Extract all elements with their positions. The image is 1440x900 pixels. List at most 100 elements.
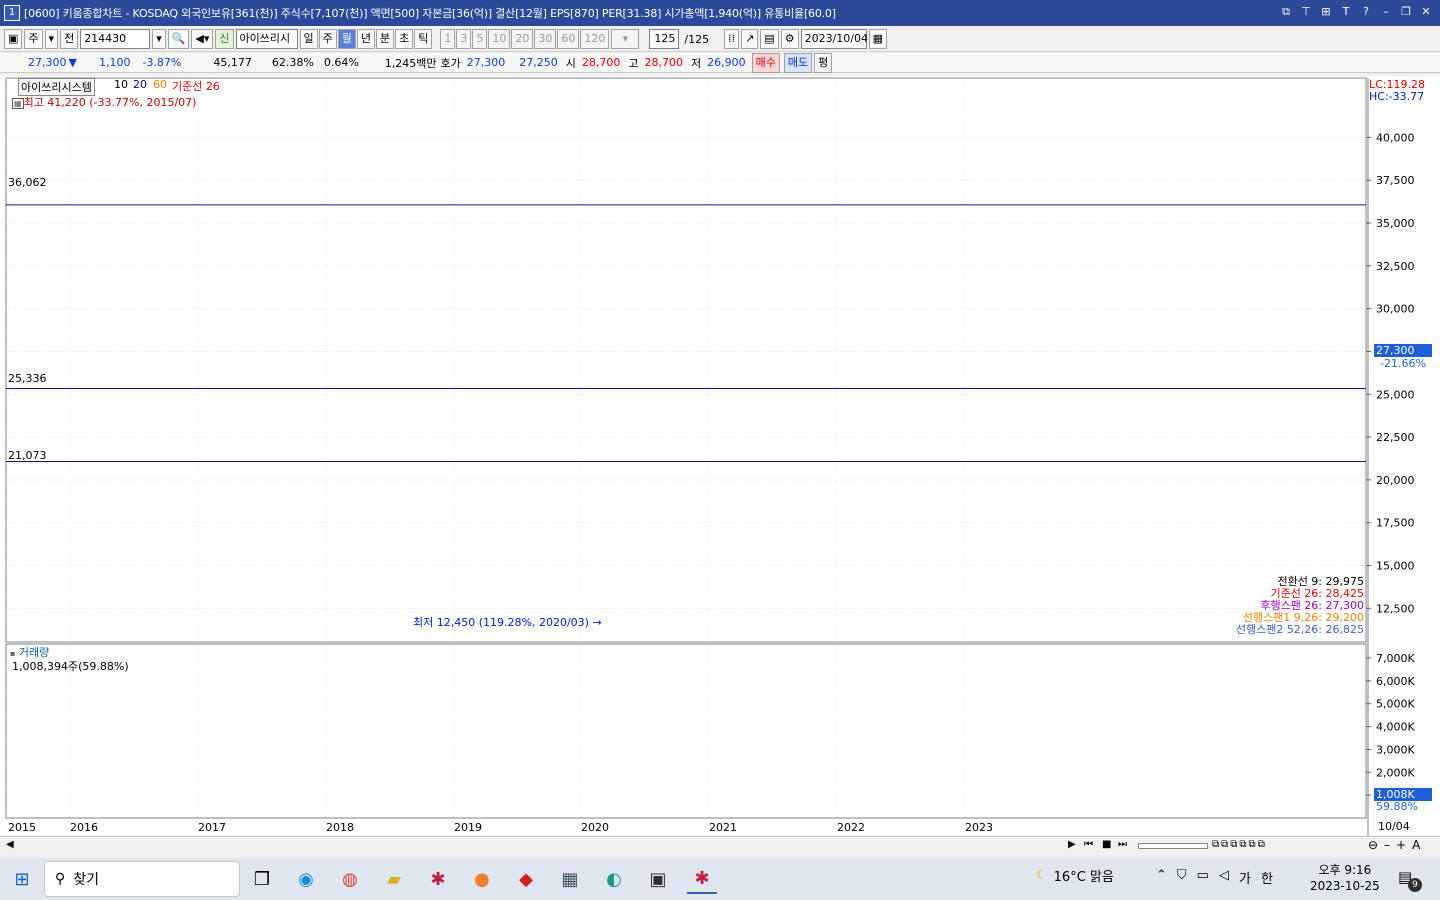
windows-start-icon[interactable]: ⊞ xyxy=(7,864,37,894)
network-icon[interactable]: ▭ xyxy=(1197,868,1209,887)
teal-app-icon[interactable]: ◐ xyxy=(599,864,629,894)
zoom-controls-icon[interactable]: ⊖–+A xyxy=(1368,838,1426,852)
clock-time: 오후 9:16 xyxy=(1318,863,1372,877)
minute-button-4[interactable]: 20 xyxy=(511,29,534,49)
tray-security-icon[interactable]: ⛉ xyxy=(1177,868,1187,887)
open-label: 시 xyxy=(565,56,576,70)
sell-button[interactable]: 매도 xyxy=(783,52,813,73)
date-input[interactable]: 2023/10/04 xyxy=(800,29,868,49)
minimize-icon[interactable]: – xyxy=(1378,3,1394,21)
hline-label-2: 25,336 xyxy=(8,372,47,385)
price-tick-label: 25,000 xyxy=(1376,388,1415,401)
red-app-icon[interactable]: ◆ xyxy=(511,864,541,894)
file-explorer-icon[interactable]: ▰ xyxy=(379,864,409,894)
minute-button-5[interactable]: 30 xyxy=(534,29,557,49)
period-button-5[interactable]: 초 xyxy=(395,29,414,49)
stock-name-field: 아이쓰리시 xyxy=(235,29,298,49)
period-button-3[interactable]: 년 xyxy=(356,29,376,49)
custom-interval-select[interactable]: ▾ xyxy=(611,29,640,49)
volume-tick-label: 2,000K xyxy=(1376,766,1415,779)
period-button-2[interactable]: 월 xyxy=(337,29,356,49)
help-icon[interactable]: ? xyxy=(1358,3,1374,21)
candlestick-chart-svg[interactable]: 12,50015,00017,50020,00022,50025,00027,5… xyxy=(0,76,1440,836)
price-tick-label: 12,500 xyxy=(1376,602,1415,615)
chart-area[interactable]: 12,50015,00017,50020,00022,50025,00027,5… xyxy=(0,76,1440,836)
kiwoom-app-icon[interactable]: ✱ xyxy=(423,864,453,894)
language-indicator[interactable]: 한 xyxy=(1261,868,1273,887)
calculator-icon[interactable]: ▦ xyxy=(555,864,585,894)
year-tick-label: 2023 xyxy=(965,821,993,834)
average-button[interactable]: 평 xyxy=(814,52,833,73)
period-button-0[interactable]: 일 xyxy=(299,29,318,49)
font-icon[interactable]: T xyxy=(1338,3,1354,21)
open-price: 28,700 xyxy=(581,56,621,69)
speaker-icon[interactable]: ◀▾ xyxy=(191,29,214,49)
save-icon[interactable]: ▤ xyxy=(760,29,779,49)
period-button-6[interactable]: 틱 xyxy=(414,29,433,49)
scroll-left-icon[interactable]: ◀ xyxy=(6,839,14,850)
calendar-icon[interactable]: ▦ xyxy=(868,29,888,49)
year-tick-label: 2018 xyxy=(326,821,354,834)
count-input[interactable]: 125 xyxy=(649,29,680,49)
chart-scrollbar[interactable]: ◀ ▶ ⏮ ■ ⏭ ⧉⧉⧉⧉⧉⧉ ⊖–+A xyxy=(0,836,1440,856)
menu-icon[interactable]: ▣ xyxy=(4,29,23,49)
current-price: 27,300 xyxy=(28,56,67,69)
task-view-icon[interactable]: ❒ xyxy=(247,864,277,894)
restore-layout-icon[interactable]: ⧉ xyxy=(1278,3,1294,21)
ma-legend-10: 10 xyxy=(114,78,128,91)
clock[interactable]: 오후 9:16 2023-10-25 xyxy=(1310,862,1380,894)
ichimoku-legend: 전환선 9: 29,975 기준선 26: 28,425 후행스팬 26: 27,3… xyxy=(1236,576,1364,636)
zoom-slider[interactable] xyxy=(1138,843,1208,849)
minute-button-3[interactable]: 10 xyxy=(488,29,511,49)
table-icon[interactable]: ▦ xyxy=(12,98,24,109)
kiwoom-active-icon[interactable]: ✱ xyxy=(687,864,717,894)
fast-forward-icon[interactable]: ⏭ xyxy=(1118,839,1127,850)
scroll-right-icon[interactable]: ▶ xyxy=(1068,839,1076,850)
price-tick-label: 17,500 xyxy=(1376,517,1415,530)
max-price-note: ▦ 최고 41,220 (-33.77%, 2015/07) xyxy=(12,96,197,109)
tray-expand-icon[interactable]: ⌃ xyxy=(1156,868,1167,887)
weather-icon[interactable]: ☾ xyxy=(1036,868,1048,883)
notification-count: 9 xyxy=(1408,878,1422,892)
taskbar-search[interactable]: ⚲ 찾기 xyxy=(44,861,240,897)
sticky-notes-icon[interactable]: ▣ xyxy=(643,864,673,894)
volume-icon[interactable]: ◁ xyxy=(1219,868,1229,887)
ime-mode[interactable]: 가 xyxy=(1239,868,1251,887)
all-market-button[interactable]: 전 xyxy=(60,29,79,49)
period-button-4[interactable]: 분 xyxy=(376,29,395,49)
code-dropdown-icon[interactable]: ▾ xyxy=(152,29,166,49)
arrow-right-icon: → xyxy=(592,616,602,629)
notification-icon[interactable]: ▤ 9 xyxy=(1398,868,1422,892)
period-dropdown-icon[interactable]: ▾ xyxy=(44,29,59,49)
minute-button-7[interactable]: 120 xyxy=(580,29,610,49)
stock-code-input[interactable]: 214430 xyxy=(80,29,151,49)
period-select[interactable]: 주 xyxy=(24,29,43,49)
pin-icon[interactable]: ⊤ xyxy=(1298,3,1314,21)
link-icon[interactable]: ⊞ xyxy=(1318,3,1334,21)
price-tick-label: 20,000 xyxy=(1376,474,1415,487)
price-tick-label: 40,000 xyxy=(1376,131,1415,144)
chrome-browser-icon[interactable]: ◍ xyxy=(335,864,365,894)
volume-value: 45,177 xyxy=(213,56,252,69)
minute-button-0[interactable]: 1 xyxy=(440,29,456,49)
stop-icon[interactable]: ■ xyxy=(1102,839,1111,850)
rewind-icon[interactable]: ⏮ xyxy=(1084,839,1093,850)
edge-browser-icon[interactable]: ◉ xyxy=(291,864,321,894)
minute-button-6[interactable]: 60 xyxy=(557,29,580,49)
minute-button-2[interactable]: 5 xyxy=(472,29,488,49)
price-change: 1,100 xyxy=(98,56,131,69)
search-icon[interactable]: 🔍 xyxy=(167,29,190,49)
grid-icon[interactable]: ⁞⁞ xyxy=(724,29,740,49)
weather-text[interactable]: 16°C 맑음 xyxy=(1054,866,1114,885)
period-button-1[interactable]: 주 xyxy=(318,29,337,49)
ma-legend-60: 60 xyxy=(153,78,167,91)
view-tools-icon[interactable]: ⧉⧉⧉⧉⧉⧉ xyxy=(1212,839,1267,850)
kakao-app-icon[interactable]: ● xyxy=(467,864,497,894)
minute-button-1[interactable]: 3 xyxy=(456,29,472,49)
close-icon[interactable]: ✕ xyxy=(1418,3,1434,21)
price-change-pct: -3.87% xyxy=(142,56,182,69)
maximize-icon[interactable]: ❐ xyxy=(1398,3,1414,21)
draw-tool-icon[interactable]: ↗ xyxy=(741,29,759,49)
settings-gear-icon[interactable]: ⚙ xyxy=(780,29,799,49)
buy-button[interactable]: 매수 xyxy=(751,52,780,73)
